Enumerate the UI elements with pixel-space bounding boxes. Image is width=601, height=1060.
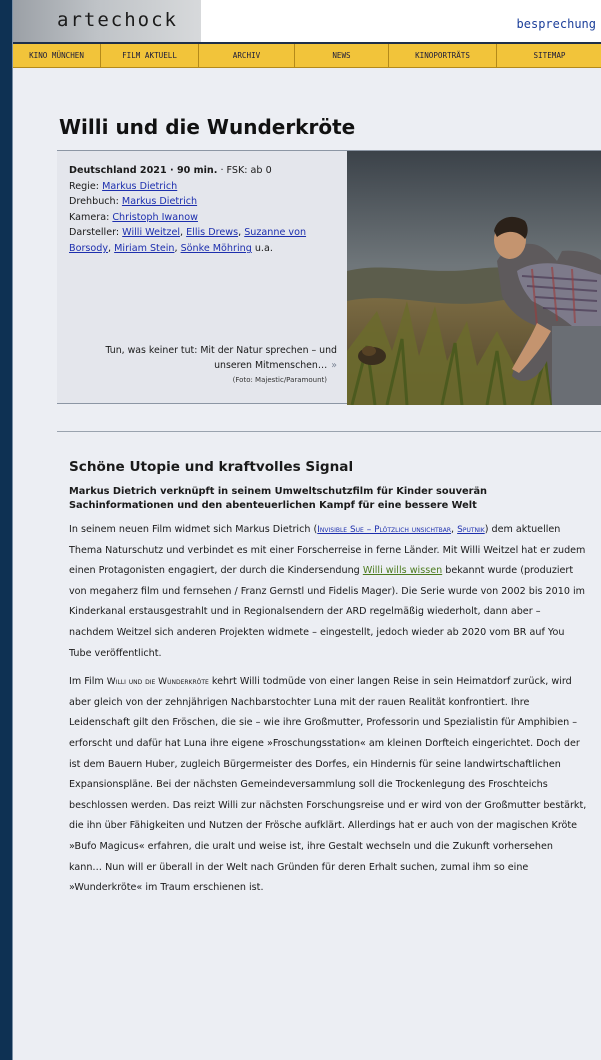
film-country-runtime: Deutschland 2021 · 90 min.	[69, 165, 218, 176]
film-still-image[interactable]	[347, 151, 601, 405]
regie-label: Regie:	[69, 180, 103, 192]
drehbuch-label: Drehbuch:	[69, 196, 122, 208]
film-link-invisible-sue[interactable]: Invisible Sue – Plötzlich unsichtbar	[317, 525, 451, 535]
page-title: Willi und die Wunderkröte	[59, 115, 356, 139]
nav-item-kinoportraets[interactable]: KINOPORTRÄTS	[389, 44, 497, 67]
article-paragraph: Im Film Willi und die Wunderkröte kehrt …	[69, 676, 587, 894]
divider	[57, 431, 601, 432]
photo-credit: (Foto: Majestic/Paramount)	[232, 376, 327, 384]
cast-link[interactable]: Willi Weitzel	[122, 227, 180, 238]
left-border-strip	[0, 0, 12, 1060]
camera-link[interactable]: Christoph Iwanow	[112, 212, 198, 223]
site-logo[interactable]: artechock	[13, 0, 201, 42]
page-frame: artechock besprechung KINO MÜNCHEN FILM …	[12, 0, 601, 1060]
director-link[interactable]: Markus Dietrich	[102, 181, 177, 192]
external-link-willi-wills-wissen[interactable]: Willi wills wissen	[363, 565, 442, 576]
nav-item-news[interactable]: NEWS	[295, 44, 389, 67]
film-still-illustration	[347, 151, 601, 405]
writer-link[interactable]: Markus Dietrich	[122, 196, 197, 207]
logo-text: artechock	[57, 9, 178, 31]
cast-suffix: u.a.	[251, 242, 273, 254]
film-title-smallcaps: Willi und die Wunderkröte	[106, 677, 209, 688]
film-info-box: Deutschland 2021 · 90 min. · FSK: ab 0 R…	[57, 150, 601, 405]
main-nav: KINO MÜNCHEN FILM AKTUELL ARCHIV NEWS KI…	[13, 42, 601, 68]
article-paragraph: In seinem neuen Film widmet sich Markus …	[69, 524, 586, 659]
film-fsk: · FSK: ab 0	[217, 165, 272, 176]
header-bar: artechock besprechung	[13, 0, 601, 42]
nav-item-sitemap[interactable]: SITEMAP	[497, 44, 601, 67]
article-lead: Markus Dietrich verknüpft in seinem Umwe…	[69, 486, 488, 511]
kamera-label: Kamera:	[69, 211, 113, 223]
cast-link[interactable]: Sönke Möhring	[181, 243, 252, 254]
article-heading: Schöne Utopie und kraftvolles Signal	[69, 459, 354, 475]
nav-item-film-aktuell[interactable]: FILM AKTUELL	[101, 44, 199, 67]
caption-text: Tun, was keiner tut: Mit der Natur sprec…	[105, 345, 337, 371]
darsteller-label: Darsteller:	[69, 227, 123, 239]
film-credits: Deutschland 2021 · 90 min. · FSK: ab 0 R…	[69, 165, 307, 254]
film-link-sputnik[interactable]: Sputnik	[457, 525, 485, 535]
section-label: besprechung	[516, 17, 596, 31]
cast-link[interactable]: Ellis Drews	[186, 227, 238, 238]
cast-link[interactable]: Miriam Stein	[114, 243, 174, 254]
caption-more-icon[interactable]: »	[331, 360, 337, 371]
nav-item-archiv[interactable]: ARCHIV	[199, 44, 295, 67]
nav-item-kino-muenchen[interactable]: KINO MÜNCHEN	[13, 44, 101, 67]
article-body: Schöne Utopie und kraftvolles Signal Mar…	[69, 459, 587, 907]
photo-caption: Tun, was keiner tut: Mit der Natur sprec…	[67, 343, 337, 388]
